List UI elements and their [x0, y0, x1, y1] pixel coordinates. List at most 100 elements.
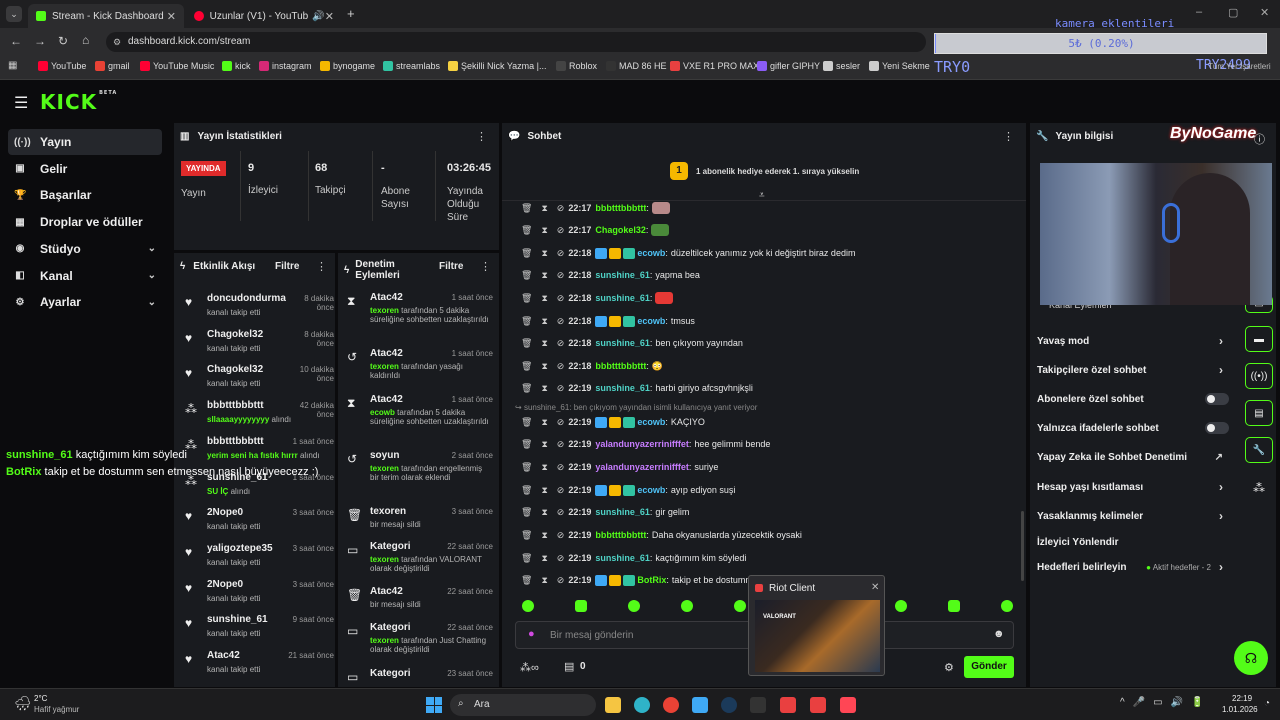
moderation-target[interactable]: Kategori [370, 622, 411, 633]
window-close-button[interactable]: ✕ [1260, 6, 1269, 19]
ban-icon[interactable]: ⊘ [557, 383, 565, 394]
info-row[interactable]: Hedefleri belirleyin › ● Aktif hedefler - … [1037, 557, 1229, 577]
moderation-menu-icon[interactable]: ⋮ [480, 260, 491, 273]
ban-icon[interactable]: ⊘ [557, 462, 565, 473]
tools-button[interactable]: 🔧 [1245, 437, 1273, 463]
delete-message-icon[interactable]: 🗑 [521, 248, 532, 259]
timeout-icon[interactable]: ⧗ [541, 417, 547, 428]
message-username[interactable]: bbbtttbbbttt [595, 203, 646, 213]
timeout-icon[interactable]: ⧗ [541, 462, 547, 473]
activity-user[interactable]: sunshine_61 [207, 614, 268, 625]
emote-button[interactable] [522, 600, 534, 612]
delete-message-icon[interactable]: 🗑 [521, 507, 532, 518]
activity-filter-button[interactable]: Filtre [275, 261, 299, 272]
toggle-switch[interactable] [1205, 393, 1229, 405]
tab-kick-dashboard[interactable]: Stream - Kick Dashboard ✕ [28, 4, 184, 28]
info-row[interactable]: Hesap yaşı kısıtlaması › [1037, 477, 1229, 497]
message-username[interactable]: sunshine_61 [595, 338, 650, 348]
emote-button[interactable] [1001, 600, 1013, 612]
new-tab-button[interactable]: + [347, 6, 355, 21]
sidebar-item-başarılar[interactable]: 🏆 Başarılar [8, 182, 162, 208]
activity-user[interactable]: bbbtttbbbttt [207, 400, 264, 411]
message-username[interactable]: yalandunyazerrinifffet [595, 439, 689, 449]
all-bookmarks-link[interactable]: Tüm Yer İşaretleri [1208, 62, 1271, 71]
ban-icon[interactable]: ⊘ [557, 203, 565, 214]
info-row[interactable]: Takipçilere özel sohbet › [1037, 360, 1229, 380]
chat-settings-button[interactable]: ▬ [1245, 326, 1273, 352]
sidebar-item-yayın[interactable]: ((·)) Yayın [8, 129, 162, 155]
bookmark-item[interactable]: bynogame [320, 61, 375, 71]
bookmark-item[interactable]: YouTube Music [140, 61, 214, 71]
moderation-target[interactable]: Atac42 [370, 586, 403, 597]
activity-user[interactable]: 2Nope0 [207, 507, 243, 518]
bookmark-item[interactable]: VXE R1 PRO MAX [670, 61, 759, 71]
channel-points-icon[interactable]: ⁂∞ [520, 661, 539, 674]
print-button[interactable]: ▤ [1245, 400, 1273, 426]
ban-icon[interactable]: ⊘ [557, 485, 565, 496]
emote-button[interactable] [948, 600, 960, 612]
ban-icon[interactable]: ⊘ [557, 553, 565, 564]
bookmark-item[interactable]: kick [222, 61, 251, 71]
apps-grid-icon[interactable]: ▦ [8, 60, 17, 71]
notification-icon[interactable]: ◔ [1264, 698, 1270, 709]
message-username[interactable]: sunshine_61 [595, 293, 650, 303]
bookmark-item[interactable]: Roblox [556, 61, 597, 71]
ban-icon[interactable]: ⊘ [557, 225, 565, 236]
home-icon[interactable]: ⌂ [82, 33, 89, 47]
maximize-button[interactable]: ▢ [1228, 6, 1238, 19]
emote-button[interactable] [628, 600, 640, 612]
store-icon[interactable] [692, 697, 708, 713]
message-username[interactable]: bbbtttbbbttt [595, 530, 646, 540]
ban-icon[interactable]: ⊘ [557, 293, 565, 304]
delete-message-icon[interactable]: 🗑 [521, 485, 532, 496]
epic-icon[interactable] [750, 697, 766, 713]
site-info-icon[interactable]: ⚙ [113, 32, 121, 52]
moderation-target[interactable]: Kategori [370, 668, 411, 679]
timeout-icon[interactable]: ⧗ [541, 361, 547, 372]
delete-message-icon[interactable]: 🗑 [521, 270, 532, 281]
sidebar-item-stüdyo[interactable]: ◉ Stüdyo ⌄ [8, 236, 162, 262]
timeout-icon[interactable]: ⧗ [541, 485, 547, 496]
chat-settings-icon[interactable]: ⚙ [944, 661, 954, 674]
forward-icon[interactable]: → [34, 34, 46, 48]
message-username[interactable]: ecowb [637, 316, 665, 326]
sidebar-item-kanal[interactable]: ◧ Kanal ⌄ [8, 263, 162, 289]
bookmark-item[interactable]: streamlabs [383, 61, 440, 71]
bookmark-item[interactable]: sesler [823, 61, 860, 71]
info-row[interactable]: Abonelere özel sohbet [1037, 389, 1229, 409]
bookmark-item[interactable]: MAD 86 HE [606, 61, 667, 71]
ban-icon[interactable]: ⊘ [557, 248, 565, 259]
message-username[interactable]: sunshine_61 [595, 270, 650, 280]
bookmark-item[interactable]: gmail [95, 61, 130, 71]
close-icon[interactable]: ✕ [871, 582, 879, 593]
moderation-target[interactable]: soyun [370, 450, 399, 461]
file-explorer-icon[interactable] [605, 697, 621, 713]
taskbar-search[interactable]: ⌕ Ara [450, 694, 596, 716]
moderation-filter-button[interactable]: Filtre [439, 261, 463, 272]
start-button[interactable] [426, 697, 442, 713]
emote-button[interactable] [681, 600, 693, 612]
toggle-switch[interactable] [1205, 422, 1229, 434]
message-username[interactable]: ecowb [637, 485, 665, 495]
activity-user[interactable]: Atac42 [207, 650, 240, 661]
activity-user[interactable]: 2Nope0 [207, 579, 243, 590]
send-button[interactable]: Gönder [964, 656, 1014, 678]
mic-icon[interactable]: ● [528, 628, 535, 640]
moderation-target[interactable]: texoren [370, 506, 406, 517]
activity-user[interactable]: Chagokel32 [207, 329, 263, 340]
timeout-icon[interactable]: ⧗ [541, 530, 547, 541]
ban-icon[interactable]: ⊘ [557, 316, 565, 327]
ban-icon[interactable]: ⊘ [557, 575, 565, 586]
emoji-picker-icon[interactable]: ☻ [993, 628, 1005, 640]
sidebar-item-droplar-ve-ödüller[interactable]: ▦ Droplar ve ödüller [8, 209, 162, 235]
timeout-icon[interactable]: ⧗ [541, 203, 547, 214]
ban-icon[interactable]: ⊘ [557, 417, 565, 428]
gift-icon[interactable]: ▤ [564, 660, 574, 673]
delete-message-icon[interactable]: 🗑 [521, 225, 532, 236]
timeout-icon[interactable]: ⧗ [541, 248, 547, 259]
edge-icon[interactable] [634, 697, 650, 713]
hamburger-menu-icon[interactable]: ☰ [14, 93, 28, 113]
info-row[interactable]: İzleyici Yönlendir [1037, 532, 1229, 552]
emote-button[interactable] [575, 600, 587, 612]
reload-icon[interactable]: ↻ [58, 34, 68, 48]
